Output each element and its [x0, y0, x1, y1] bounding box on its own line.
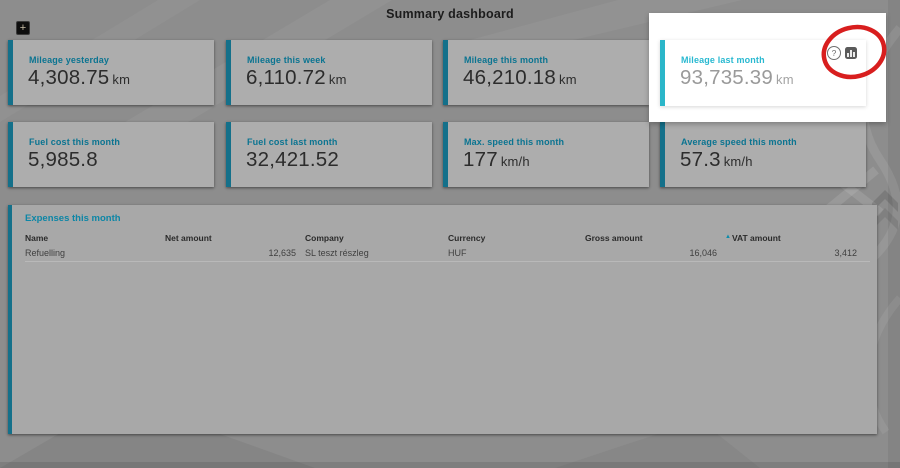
card-unit: km/h: [724, 154, 753, 169]
card-mileage-this-month: Mileage this month 46,210.18km: [443, 40, 649, 105]
help-icon[interactable]: ?: [827, 46, 841, 60]
card-label: Mileage this week: [247, 55, 432, 65]
cell-name: Refuelling: [25, 248, 165, 258]
card-label: Max. speed this month: [464, 137, 649, 147]
card-label: Fuel cost last month: [247, 137, 432, 147]
expenses-table-title: Expenses this month: [25, 213, 877, 224]
card-mileage-yesterday: Mileage yesterday 4,308.75km: [8, 40, 214, 105]
column-header-net-amount[interactable]: Net amount: [165, 233, 305, 243]
cell-net-amount: 12,635: [165, 248, 305, 258]
card-unit: km/h: [501, 154, 530, 169]
card-label: Mileage yesterday: [29, 55, 214, 65]
cell-gross-amount: 16,046: [585, 248, 717, 258]
card-fuel-cost-last-month: Fuel cost last month 32,421.52: [226, 122, 432, 187]
bar-chart-icon[interactable]: [845, 47, 857, 59]
card-mileage-last-month: ? Mileage last month 93,735.39km: [660, 40, 866, 106]
summary-dashboard-page: Summary dashboard + Mileage yesterday 4,…: [0, 0, 900, 468]
card-unit: km: [329, 72, 347, 87]
cell-company: SL teszt részleg: [305, 248, 448, 258]
column-header-currency[interactable]: Currency: [448, 233, 585, 243]
card-label: Average speed this month: [681, 137, 866, 147]
card-unit: km: [112, 72, 130, 87]
card-value: 4,308.75km: [28, 66, 214, 90]
column-header-name[interactable]: Name: [25, 233, 165, 243]
card-label: Mileage this month: [464, 55, 649, 65]
card-value: 6,110.72km: [246, 66, 432, 90]
cell-currency: HUF: [448, 248, 585, 258]
card-unit: km: [776, 72, 794, 87]
column-header-vat-amount[interactable]: ▲VAT amount: [717, 233, 857, 243]
card-value: 57.3km/h: [680, 148, 866, 172]
card-value: 32,421.52: [246, 148, 432, 172]
card-label: Fuel cost this month: [29, 137, 214, 147]
expenses-table-card: Expenses this month Name Net amount Comp…: [8, 205, 877, 434]
table-row[interactable]: Refuelling 12,635 SL teszt részleg HUF 1…: [25, 245, 870, 262]
column-header-gross-amount[interactable]: Gross amount: [585, 233, 717, 243]
card-fuel-cost-this-month: Fuel cost this month 5,985.8: [8, 122, 214, 187]
card-value: 5,985.8: [28, 148, 214, 172]
cell-vat-amount: 3,412: [717, 248, 857, 258]
column-header-company[interactable]: Company: [305, 233, 448, 243]
card-mileage-this-week: Mileage this week 6,110.72km: [226, 40, 432, 105]
card-average-speed-this-month: Average speed this month 57.3km/h: [660, 122, 866, 187]
card-value: 46,210.18km: [463, 66, 649, 90]
card-max-speed-this-month: Max. speed this month 177km/h: [443, 122, 649, 187]
card-unit: km: [559, 72, 577, 87]
add-button[interactable]: +: [16, 21, 30, 35]
table-header-row: Name Net amount Company Currency Gross a…: [25, 231, 877, 245]
plus-icon: +: [20, 22, 26, 34]
card-value: 93,735.39km: [680, 66, 866, 90]
card-icon-group: ?: [827, 46, 857, 60]
card-value: 177km/h: [463, 148, 649, 172]
sort-asc-icon: ▲: [725, 234, 731, 240]
